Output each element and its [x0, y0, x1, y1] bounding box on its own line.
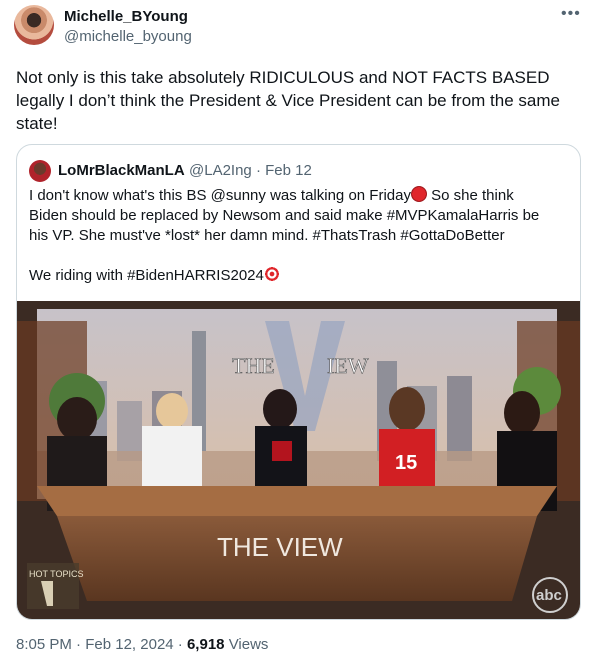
the-view-tv-still: THE IEW 15 THE VIEW HOT TOPICS abc	[17, 301, 580, 619]
views-count: 6,918	[186, 636, 225, 653]
views-label: Views	[228, 636, 269, 653]
footer-separator: ·	[177, 636, 183, 653]
quote-line-1: I don't know what's this BS @sunny was t…	[29, 186, 514, 204]
author-handle[interactable]: @michelle_byoung	[64, 28, 192, 45]
desk-logo-text: THE VIEW	[217, 532, 343, 562]
jersey-number: 15	[395, 452, 417, 474]
quote-author-avatar[interactable]	[29, 160, 51, 182]
quote-meta: @LA2Ing · Feb 12	[189, 162, 312, 179]
sign-iew-text: IEW	[327, 353, 369, 378]
tweet-date[interactable]: Feb 12, 2024	[85, 636, 173, 653]
angry-face-emoji-icon	[410, 186, 427, 202]
quote-media-image[interactable]: THE IEW 15 THE VIEW HOT TOPICS abc	[17, 301, 580, 619]
sign-the-text: THE	[232, 353, 275, 378]
quote-author-name[interactable]: LoMrBlackManLA	[58, 162, 185, 179]
abc-logo-text: abc	[536, 587, 562, 604]
hot-topics-label: HOT TOPICS	[29, 569, 84, 579]
quote-line-2: Biden should be replaced by Newsom and s…	[29, 207, 540, 224]
tweet-time[interactable]: 8:05 PM	[16, 636, 72, 653]
author-avatar[interactable]	[14, 5, 54, 45]
tweet-footer: 8:05 PM · Feb 12, 2024 · 6,918 Views	[16, 636, 268, 653]
quote-date[interactable]: Feb 12	[265, 162, 312, 179]
quote-tweet-card[interactable]: LoMrBlackManLA @LA2Ing · Feb 12 I don't …	[16, 144, 581, 620]
quote-text: I don't know what's this BS @sunny was t…	[29, 186, 569, 286]
author-name[interactable]: Michelle_BYoung	[64, 8, 188, 25]
footer-separator: ·	[76, 636, 82, 653]
more-options-icon[interactable]: •••	[561, 5, 581, 23]
quote-line-4: We riding with #BidenHARRIS2024	[29, 266, 569, 286]
bullseye-emoji-icon	[263, 266, 280, 282]
quote-author-handle: @LA2Ing	[189, 162, 252, 179]
tweet-text: Not only is this take absolutely RIDICUL…	[16, 68, 560, 133]
meta-separator: ·	[255, 162, 261, 179]
quote-line-3: his VP. She must've *lost* her damn mind…	[29, 227, 505, 244]
